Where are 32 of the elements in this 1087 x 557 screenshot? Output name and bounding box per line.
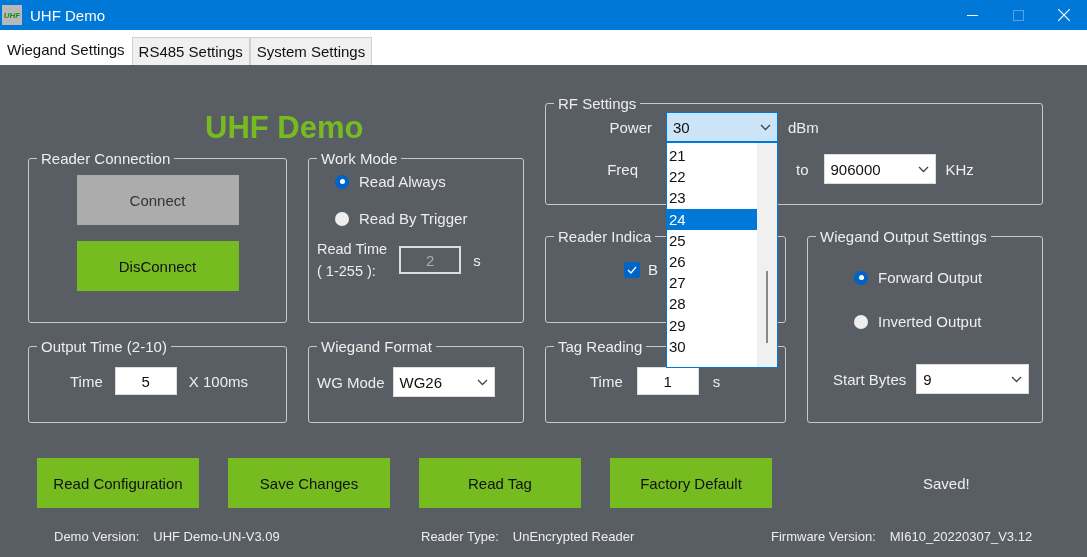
group-title: Wiegand Output Settings (819, 228, 988, 245)
info-value: UHF Demo-UN-V3.09 (153, 529, 280, 544)
status-text: Saved! (923, 474, 970, 492)
logo-text: UHF Demo (205, 109, 364, 146)
unit-label: KHz (945, 160, 974, 178)
field-label: WG Mode (317, 373, 385, 391)
unit-label: X 100ms (188, 372, 248, 390)
group-title: Work Mode (320, 150, 399, 167)
window-title: UHF Demo (30, 6, 105, 24)
field-label: to (796, 160, 809, 178)
group-title: Wiegand Format (320, 338, 433, 355)
field-label: Time (70, 372, 103, 390)
info-label: Demo Version: (54, 529, 140, 544)
field-label: Time (590, 372, 623, 390)
field-label: Freq (606, 160, 638, 178)
field-label: Read Time (317, 241, 388, 257)
info-value: UnEncrypted Reader (512, 529, 635, 544)
info-label: Firmware Version: (771, 529, 876, 544)
unit-label: dBm (788, 118, 819, 136)
group-title: RF Settings (557, 95, 638, 112)
field-label: ( 1-255 ): (317, 263, 377, 279)
unit-label: s (712, 372, 721, 390)
field-label: Start Bytes (833, 370, 907, 388)
info-value: MI610_20220307_V3.12 (889, 529, 1033, 544)
group-title: Tag Reading (557, 338, 644, 355)
info-label: Reader Type: (421, 529, 499, 544)
group-title: Reader Indica (557, 228, 653, 245)
group-title: Reader Connection (40, 150, 172, 167)
field-label: Power (608, 118, 652, 136)
unit-label: s (473, 251, 481, 269)
app-icon: UHF (2, 5, 22, 25)
group-title: Output Time (2-10) (40, 338, 168, 355)
